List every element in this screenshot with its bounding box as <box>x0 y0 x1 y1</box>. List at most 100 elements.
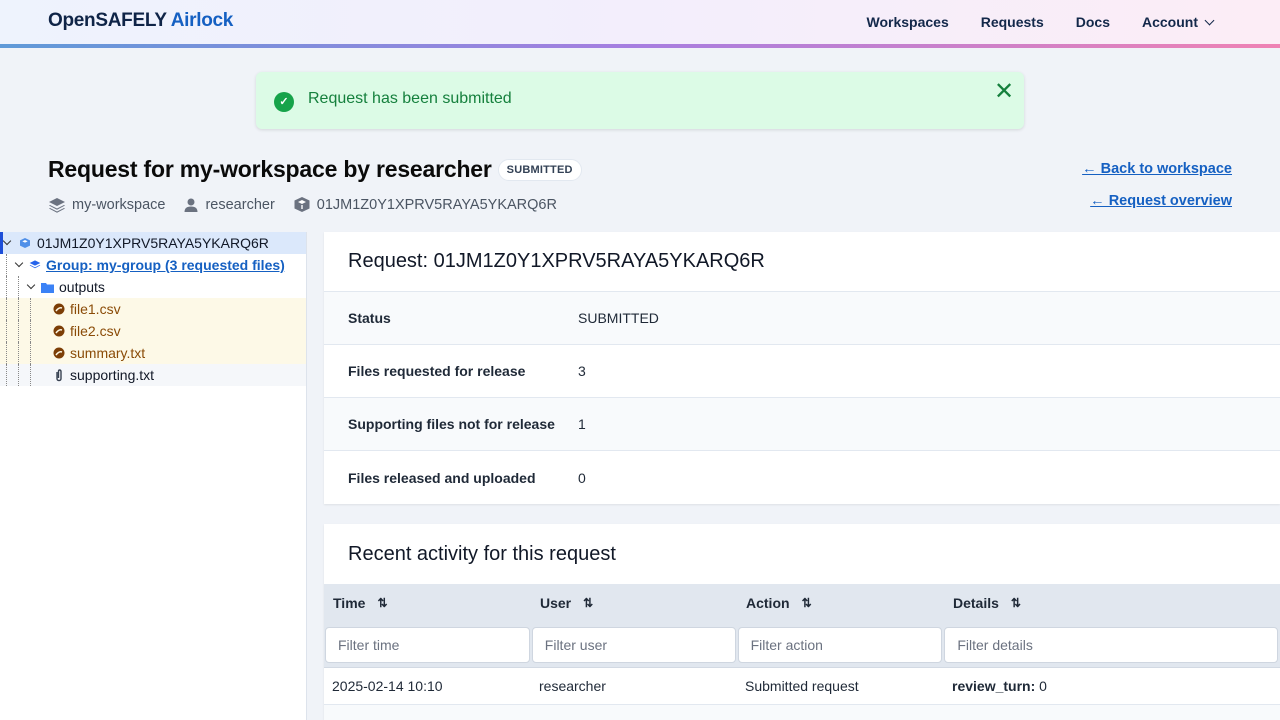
filter-action-input[interactable] <box>737 626 943 663</box>
column-label: Time <box>333 595 366 611</box>
summary-label: Supporting files not for release <box>348 416 555 432</box>
column-header-user[interactable]: User ⇅ <box>531 595 737 611</box>
summary-row-supporting: Supporting files not for release 1 <box>324 398 1280 451</box>
column-label: Action <box>746 595 790 611</box>
flash-text: Request has been submitted <box>308 90 512 107</box>
meta-workspace: my-workspace <box>48 197 165 213</box>
layers-icon <box>49 197 65 213</box>
tree-file-label: supporting.txt <box>70 367 155 383</box>
meta-request-id-text: 01JM1Z0Y1XPRV5RAYA5YKARQ6R <box>316 196 557 213</box>
back-to-workspace-link[interactable]: ← Back to workspace <box>1082 161 1232 177</box>
tree-item-file[interactable]: summary.txt <box>0 342 306 364</box>
filter-row <box>324 622 1280 668</box>
request-summary-title: Request: 01JM1Z0Y1XPRV5RAYA5YKARQ6R <box>324 232 1280 292</box>
folder-icon <box>41 282 54 293</box>
column-header-details[interactable]: Details ⇅ <box>944 595 1021 611</box>
tree-item-file[interactable]: file2.csv <box>0 320 306 342</box>
close-icon[interactable]: ✕ <box>994 80 1014 104</box>
chevron-down-icon[interactable] <box>2 236 12 246</box>
table-row: 2025-02-14 10:10 researcher Submitted re… <box>324 668 1280 705</box>
column-header-time[interactable]: Time ⇅ <box>324 595 531 611</box>
nav-docs[interactable]: Docs <box>1076 14 1110 30</box>
table-row-empty <box>324 705 1280 720</box>
requested-file-icon <box>53 303 65 315</box>
column-header-action[interactable]: Action ⇅ <box>737 595 944 611</box>
brand-secondary: Airlock <box>170 10 234 31</box>
status-badge: SUBMITTED <box>497 158 582 181</box>
meta-user: researcher <box>183 196 275 213</box>
summary-row-status: Status SUBMITTED <box>324 292 1280 345</box>
summary-row-requested: Files requested for release 3 <box>324 345 1280 398</box>
tree-guide <box>30 364 31 386</box>
tree-guide <box>18 276 19 298</box>
requested-file-icon <box>53 325 65 337</box>
tree-guide <box>6 364 7 386</box>
layers-icon <box>29 260 41 269</box>
meta-user-text: researcher <box>205 196 275 213</box>
requested-file-icon <box>53 347 65 359</box>
tree-guide <box>30 320 31 342</box>
sort-icon[interactable]: ⇅ <box>802 596 812 610</box>
nav-account[interactable]: Account <box>1142 14 1215 30</box>
column-label: Details <box>953 595 999 611</box>
page-title-row: Request for my-workspace by researcher S… <box>48 156 582 183</box>
request-overview-link[interactable]: ← Request overview <box>1082 193 1232 209</box>
cell-details: review_turn: 0 <box>943 678 1047 694</box>
tree-item-request[interactable]: 01JM1Z0Y1XPRV5RAYA5YKARQ6R <box>0 232 306 254</box>
cube-icon <box>20 238 30 248</box>
filter-user-input[interactable] <box>531 626 736 663</box>
tree-file-label: file2.csv <box>70 323 121 339</box>
cube-icon <box>294 197 310 212</box>
cell-user: researcher <box>539 678 606 694</box>
tree-guide <box>18 364 19 386</box>
request-summary-card: Request: 01JM1Z0Y1XPRV5RAYA5YKARQ6R Stat… <box>324 232 1280 504</box>
main-nav: Workspaces Requests Docs Account <box>835 0 1280 44</box>
tree-guide <box>6 320 7 342</box>
summary-list: Status SUBMITTED Files requested for rel… <box>324 292 1280 504</box>
chevron-down-icon <box>1204 15 1215 25</box>
chevron-down-icon[interactable] <box>26 280 36 290</box>
tree-guide <box>6 342 7 364</box>
summary-value: 3 <box>578 363 586 379</box>
summary-value: SUBMITTED <box>578 310 659 326</box>
summary-value: 0 <box>578 469 586 486</box>
tree-guide <box>6 298 7 320</box>
nav-requests[interactable]: Requests <box>981 14 1044 30</box>
header-gradient-divider <box>0 44 1280 48</box>
tree-file-label: file1.csv <box>70 301 121 317</box>
detail-key: review_turn: <box>952 678 1036 694</box>
nav-account-label: Account <box>1142 14 1198 30</box>
tree-item-folder[interactable]: outputs <box>0 276 306 298</box>
tree-item-file[interactable]: file1.csv <box>0 298 306 320</box>
tree-file-label: summary.txt <box>70 345 146 361</box>
tree-guide <box>18 320 19 342</box>
tree-guide <box>30 342 31 364</box>
filter-details-input[interactable] <box>944 626 1278 663</box>
meta-request-id: 01JM1Z0Y1XPRV5RAYA5YKARQ6R <box>293 196 557 213</box>
sort-icon[interactable]: ⇅ <box>377 596 387 610</box>
tree-item-group[interactable]: Group: my-group (3 requested files) <box>0 254 306 276</box>
check-circle-icon: ✓ <box>274 92 294 112</box>
tree-guide <box>30 298 31 320</box>
paperclip-icon <box>56 368 62 381</box>
chevron-down-icon[interactable] <box>14 258 24 268</box>
summary-row-released: Files released and uploaded 0 <box>324 451 1280 504</box>
summary-label: Files released and uploaded <box>348 469 536 486</box>
brand-logo[interactable]: OpenSAFELY Airlock <box>48 10 233 32</box>
success-flash-message: ✓ Request has been submitted ✕ <box>256 72 1024 129</box>
summary-value: 1 <box>578 416 586 432</box>
activity-title: Recent activity for this request <box>348 542 616 565</box>
filter-time-input[interactable] <box>325 626 530 663</box>
summary-label: Status <box>348 310 391 326</box>
file-tree: 01JM1Z0Y1XPRV5RAYA5YKARQ6R Group: my-gro… <box>0 232 307 720</box>
nav-workspaces[interactable]: Workspaces <box>867 14 949 30</box>
tree-item-file[interactable]: supporting.txt <box>0 364 306 386</box>
sort-icon[interactable]: ⇅ <box>1011 596 1021 610</box>
top-navbar: OpenSAFELY Airlock Workspaces Requests D… <box>0 0 1280 44</box>
page-title: Request for my-workspace by researcher <box>48 156 492 182</box>
tree-group-link[interactable]: Group: my-group (3 requested files) <box>46 257 285 273</box>
sort-icon[interactable]: ⇅ <box>583 596 593 610</box>
tree-guide <box>6 254 7 276</box>
detail-value: 0 <box>1039 678 1047 694</box>
activity-table-header: Time ⇅ User ⇅ Action ⇅ Details ⇅ <box>324 584 1280 622</box>
